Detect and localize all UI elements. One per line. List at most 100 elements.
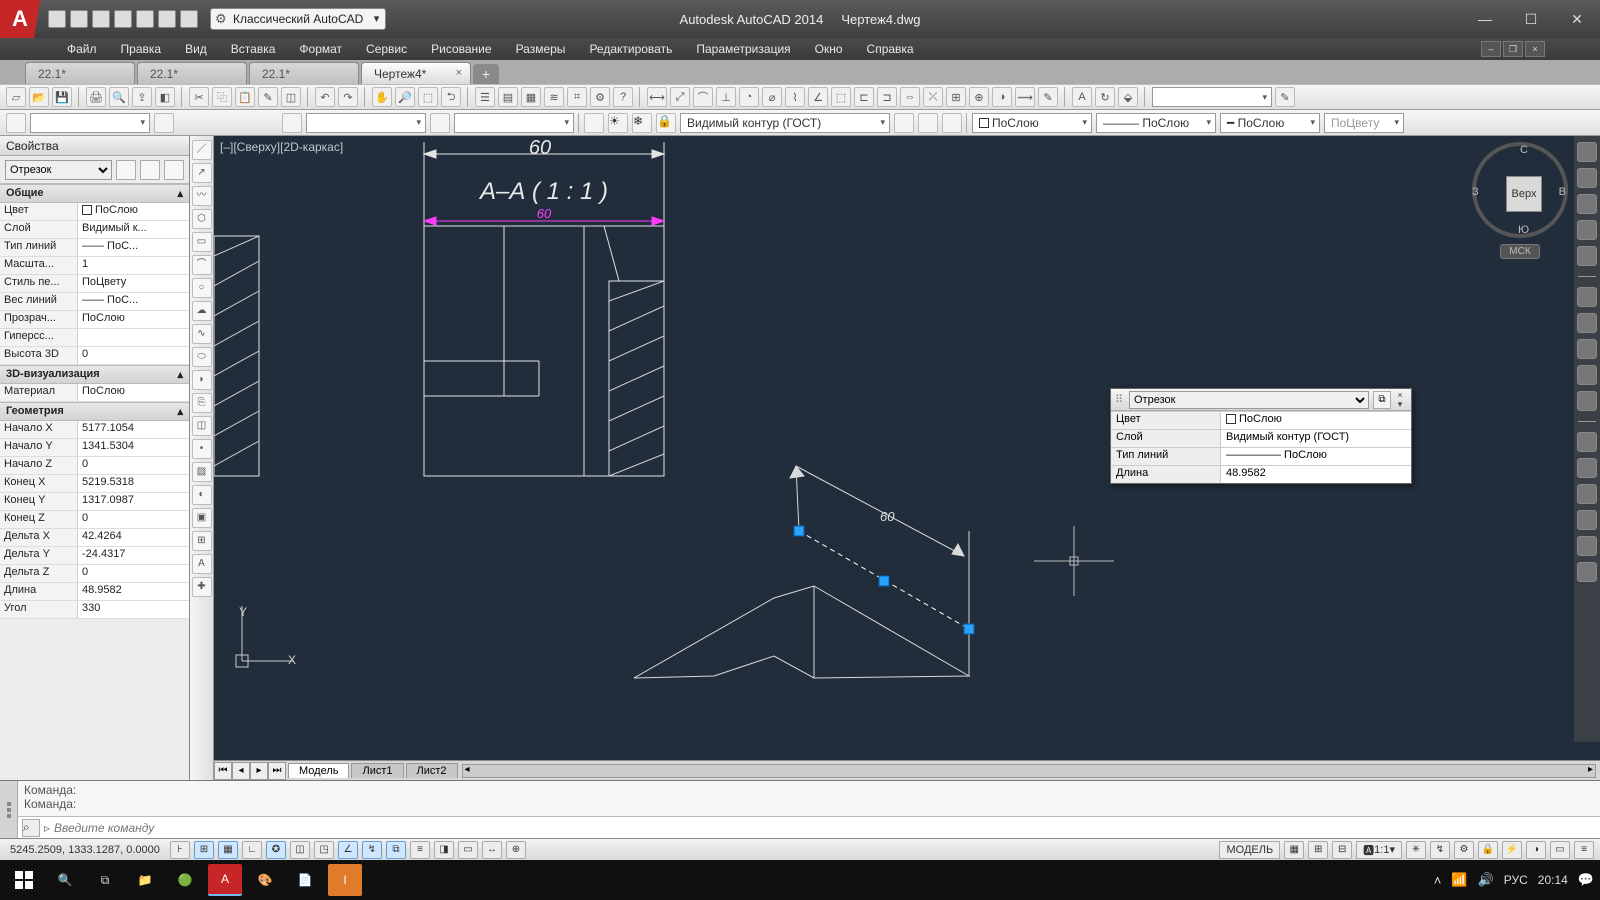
- menu-format[interactable]: Формат: [287, 39, 354, 59]
- quick-select-icon[interactable]: [116, 160, 136, 180]
- mleaderstyle-icon[interactable]: [430, 113, 450, 133]
- ws-switch-icon[interactable]: ⚙: [1454, 841, 1474, 859]
- property-row[interactable]: СлойВидимый к...: [0, 221, 189, 239]
- task-view-icon[interactable]: ⧉: [88, 864, 122, 896]
- property-row[interactable]: Гиперсс...: [0, 329, 189, 347]
- quick-properties-panel[interactable]: ⠿ Отрезок ⧉ ×▾ ЦветПоСлоюСлойВидимый кон…: [1110, 388, 1412, 484]
- ortho-toggle[interactable]: ∟: [242, 841, 262, 859]
- steering-wheel-icon[interactable]: [1577, 142, 1597, 162]
- nav-tool-icon[interactable]: [1577, 287, 1597, 307]
- toolbar-lock-icon[interactable]: 🔒: [1478, 841, 1498, 859]
- dim-diameter-icon[interactable]: ⌀: [762, 87, 782, 107]
- property-row[interactable]: Масшта...1: [0, 257, 189, 275]
- tab-model[interactable]: Модель: [288, 763, 349, 778]
- window-minimize-button[interactable]: —: [1462, 4, 1508, 34]
- point-icon[interactable]: •: [192, 439, 212, 459]
- collapse-icon[interactable]: ▴: [177, 187, 183, 200]
- chrome-icon[interactable]: 🟢: [168, 864, 202, 896]
- tab-last-icon[interactable]: ⏭: [268, 762, 286, 780]
- nav-tool-icon[interactable]: [1577, 313, 1597, 333]
- drawing-area[interactable]: [–][Сверху][2D-каркас]: [214, 136, 1600, 780]
- textstyle-icon[interactable]: [6, 113, 26, 133]
- pickadd-icon[interactable]: [164, 160, 184, 180]
- property-row[interactable]: Начало Y1341.5304: [0, 439, 189, 457]
- h-scrollbar[interactable]: [462, 764, 1596, 778]
- line-icon[interactable]: ／: [192, 140, 212, 160]
- layer-combo[interactable]: Видимый контур (ГОСТ): [680, 113, 890, 133]
- property-row[interactable]: Угол330: [0, 601, 189, 619]
- qp-toggle[interactable]: ▭: [458, 841, 478, 859]
- collapse-icon[interactable]: ▴: [177, 368, 183, 381]
- sheetset-icon[interactable]: ▤: [498, 87, 518, 107]
- tab-layout[interactable]: Лист2: [406, 763, 458, 778]
- select-objects-icon[interactable]: [140, 160, 160, 180]
- tablestyle-icon[interactable]: [282, 113, 302, 133]
- dim-ordinate-icon[interactable]: ⊥: [716, 87, 736, 107]
- menu-dimension[interactable]: Размеры: [504, 39, 578, 59]
- zoom-extents-icon[interactable]: [1577, 194, 1597, 214]
- property-row[interactable]: МатериалПоСлою: [0, 384, 189, 402]
- anno-vis-icon[interactable]: ✳: [1406, 841, 1426, 859]
- new-tab-button[interactable]: +: [473, 64, 499, 84]
- cut-icon[interactable]: ✂: [189, 87, 209, 107]
- sc-toggle[interactable]: ↔: [482, 841, 502, 859]
- dim-quick-icon[interactable]: ⬚: [831, 87, 851, 107]
- layer-states-icon[interactable]: ☀: [608, 113, 628, 133]
- nav-tool-icon[interactable]: [1577, 484, 1597, 504]
- dimtedit-icon[interactable]: A: [1072, 87, 1092, 107]
- nav-tool-icon[interactable]: [1577, 458, 1597, 478]
- dim-space-icon[interactable]: ⇔: [900, 87, 920, 107]
- menu-parametric[interactable]: Параметризация: [684, 39, 802, 59]
- am-toggle[interactable]: ⊕: [506, 841, 526, 859]
- lwt-toggle[interactable]: ≡: [410, 841, 430, 859]
- region-icon[interactable]: ▣: [192, 508, 212, 528]
- tab-prev-icon[interactable]: ◂: [232, 762, 250, 780]
- app-logo[interactable]: A: [0, 0, 40, 38]
- table-icon[interactable]: ⊞: [192, 531, 212, 551]
- nav-tool-icon[interactable]: [1577, 365, 1597, 385]
- dim-angular-icon[interactable]: ∠: [808, 87, 828, 107]
- dim-linear-icon[interactable]: ⟷: [647, 87, 667, 107]
- qat-redo-icon[interactable]: [180, 10, 198, 28]
- zoom-rt-icon[interactable]: 🔎: [395, 87, 415, 107]
- qp-row[interactable]: СлойВидимый контур (ГОСТ): [1111, 429, 1411, 447]
- grid-toggle[interactable]: ▦: [218, 841, 238, 859]
- menu-edit[interactable]: Правка: [109, 39, 174, 59]
- plot-preview-icon[interactable]: 🔍: [109, 87, 129, 107]
- qat-plot-icon[interactable]: [136, 10, 154, 28]
- search-icon[interactable]: 🔍: [48, 864, 82, 896]
- qp-row[interactable]: ЦветПоСлою: [1111, 411, 1411, 429]
- collapse-icon[interactable]: ▴: [177, 405, 183, 418]
- tab-first-icon[interactable]: ⏮: [214, 762, 232, 780]
- app-icon[interactable]: I: [328, 864, 362, 896]
- copy-icon[interactable]: ⿻: [212, 87, 232, 107]
- property-row[interactable]: Дельта X42.4264: [0, 529, 189, 547]
- grip-icon[interactable]: ⠿: [1115, 393, 1125, 406]
- nav-tool-icon[interactable]: [1577, 339, 1597, 359]
- command-history[interactable]: Команда: Команда:: [18, 781, 1600, 816]
- polygon-icon[interactable]: ⬡: [192, 209, 212, 229]
- nav-tool-icon[interactable]: [1577, 510, 1597, 530]
- property-row[interactable]: Длина48.9582: [0, 583, 189, 601]
- infer-constraints-toggle[interactable]: ⊦: [170, 841, 190, 859]
- qp-row[interactable]: Длина48.9582: [1111, 465, 1411, 483]
- network-icon[interactable]: 📶: [1451, 872, 1467, 888]
- layer-lock-icon[interactable]: 🔒: [656, 113, 676, 133]
- circle-icon[interactable]: ○: [192, 278, 212, 298]
- insert-icon[interactable]: ⎘: [192, 393, 212, 413]
- toolpalettes-icon[interactable]: ▦: [521, 87, 541, 107]
- centermark-icon[interactable]: ⊕: [969, 87, 989, 107]
- layer-freeze-icon[interactable]: ❄: [632, 113, 652, 133]
- revcloud-icon[interactable]: ☁: [192, 301, 212, 321]
- pan-nav-icon[interactable]: [1577, 168, 1597, 188]
- linetype-combo[interactable]: ——— ПоСлою: [1096, 113, 1216, 133]
- save-icon[interactable]: 💾: [52, 87, 72, 107]
- mdi-close-button[interactable]: ×: [1525, 41, 1545, 57]
- 3dosnap-toggle[interactable]: ◳: [314, 841, 334, 859]
- qat-new-icon[interactable]: [48, 10, 66, 28]
- menu-help[interactable]: Справка: [855, 39, 926, 59]
- file-explorer-icon[interactable]: 📁: [128, 864, 162, 896]
- inspection-icon[interactable]: ◑: [992, 87, 1012, 107]
- publish-icon[interactable]: ⇪: [132, 87, 152, 107]
- property-row[interactable]: Вес линий—— ПоС...: [0, 293, 189, 311]
